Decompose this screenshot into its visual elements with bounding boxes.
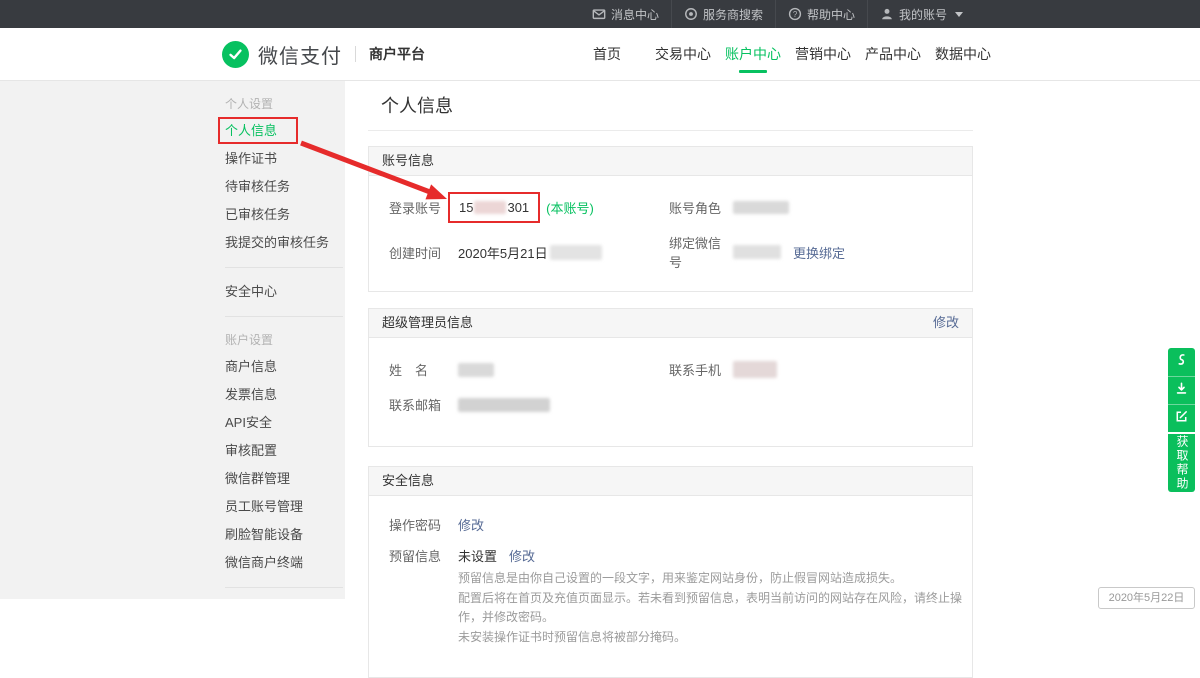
reserved-info-note-line3: 未安装操作证书时预留信息将被部分掩码。	[458, 628, 972, 648]
search-icon	[684, 7, 698, 21]
sidebar-item-pending-review[interactable]: 待审核任务	[225, 173, 345, 201]
sidebar-item-operation-cert[interactable]: 操作证书	[225, 145, 345, 173]
brand-separator	[355, 46, 356, 62]
login-account-value-highlight: 15 301	[448, 192, 540, 223]
sidebar-item-merchant-info[interactable]: 商户信息	[225, 353, 345, 381]
operation-password-edit-link[interactable]: 修改	[458, 515, 484, 534]
account-role-redacted	[733, 201, 789, 214]
top-utility-bar: 消息中心 服务商搜索 ? 帮助中心 我的账号	[0, 0, 1200, 28]
sidebar-item-wechat-group[interactable]: 微信群管理	[225, 465, 345, 493]
reserved-info-value: 未设置	[458, 546, 497, 565]
sidebar-item-security-center[interactable]: 安全中心	[225, 278, 345, 306]
sidebar-divider	[225, 316, 343, 317]
super-admin-card: 超级管理员信息 修改 姓 名 联系手机 联系邮箱	[368, 308, 973, 447]
my-account-menu-item[interactable]: 我的账号	[867, 0, 975, 28]
created-time-label: 创建时间	[389, 243, 458, 262]
sidebar: 个人设置 个人信息 操作证书 待审核任务 已审核任务 我提交的审核任务 安全中心…	[0, 81, 345, 599]
super-admin-edit-link[interactable]: 修改	[933, 309, 959, 337]
sidebar-divider	[225, 267, 343, 268]
main-content: 个人信息 账号信息 登录账号 15 301 (本账号) 账号角色	[368, 81, 973, 678]
sidebar-section-personal-settings: 个人设置	[225, 91, 345, 117]
message-center-label: 消息中心	[611, 6, 659, 23]
sidebar-section-account-settings: 账户设置	[225, 327, 345, 353]
sidebar-item-invoice-info[interactable]: 发票信息	[225, 381, 345, 409]
reserved-info-label: 预留信息	[389, 546, 458, 565]
reserved-info-edit-link[interactable]: 修改	[509, 546, 535, 565]
sidebar-item-face-device[interactable]: 刷脸智能设备	[225, 521, 345, 549]
rebind-wechat-link[interactable]: 更换绑定	[793, 243, 845, 262]
reserved-info-note: 预留信息是由你自己设置的一段文字，用来鉴定网站身份，防止假冒网站造成损失。 配置…	[458, 569, 972, 647]
security-info-card-title: 安全信息	[382, 467, 434, 495]
svg-text:?: ?	[793, 10, 798, 19]
login-account-suffix: 301	[507, 200, 529, 215]
admin-name-label: 姓 名	[389, 360, 458, 379]
bound-wechat-label: 绑定微信号	[669, 233, 733, 271]
date-chip[interactable]: 2020年5月22日	[1098, 587, 1195, 609]
account-info-card: 账号信息 登录账号 15 301 (本账号) 账号角色	[368, 146, 973, 292]
top-utility-menu: 消息中心 服务商搜索 ? 帮助中心 我的账号	[580, 0, 975, 28]
link-icon	[1174, 352, 1189, 372]
nav-account-center[interactable]: 账户中心	[725, 28, 781, 80]
help-icon: ?	[788, 7, 802, 21]
nav-product-center[interactable]: 产品中心	[865, 28, 921, 80]
quick-link-button[interactable]	[1168, 348, 1195, 376]
account-info-card-title: 账号信息	[382, 147, 434, 175]
nav-home[interactable]: 首页	[593, 28, 621, 80]
get-help-button[interactable]: 获取帮助	[1168, 434, 1195, 492]
portal-name: 商户平台	[369, 44, 425, 64]
security-info-card: 安全信息 操作密码 修改 预留信息 未设置 修改 预留信息是由你自己设置的一段文…	[368, 466, 973, 678]
sidebar-item-api-security[interactable]: API安全	[225, 409, 345, 437]
sidebar-item-review-config[interactable]: 审核配置	[225, 437, 345, 465]
user-icon	[880, 7, 894, 21]
sidebar-item-staff-account[interactable]: 员工账号管理	[225, 493, 345, 521]
my-account-label: 我的账号	[899, 6, 947, 23]
operation-password-label: 操作密码	[389, 515, 458, 534]
login-account-redacted	[474, 201, 506, 214]
created-time-value: 2020年5月21日	[458, 243, 548, 262]
service-provider-search-label: 服务商搜索	[703, 6, 763, 23]
wechat-pay-logo-icon	[222, 41, 249, 68]
security-info-card-header: 安全信息	[369, 467, 972, 496]
login-account-prefix: 15	[459, 200, 473, 215]
admin-email-label: 联系邮箱	[389, 395, 458, 414]
mail-icon	[592, 7, 606, 21]
feedback-button[interactable]	[1168, 404, 1195, 432]
sidebar-item-merchant-terminal[interactable]: 微信商户终端	[225, 549, 345, 577]
sidebar-divider	[225, 587, 343, 588]
reserved-info-note-line2: 配置后将在首页及充值页面显示。若未看到预留信息，表明当前访问的网站存在风险，请终…	[458, 589, 972, 628]
admin-phone-label: 联系手机	[669, 360, 733, 379]
super-admin-card-header: 超级管理员信息 修改	[369, 309, 972, 338]
floating-toolbar: 获取帮助	[1168, 348, 1195, 492]
admin-name-redacted	[458, 363, 494, 377]
get-help-label: 获取帮助	[1168, 435, 1195, 491]
account-info-card-header: 账号信息	[369, 147, 972, 176]
current-account-tag: (本账号)	[546, 198, 594, 217]
site-header: 微信支付 商户平台 首页 交易中心 账户中心 营销中心 产品中心 数据中心	[0, 28, 1200, 81]
help-center-menu-item[interactable]: ? 帮助中心	[775, 0, 867, 28]
admin-email-redacted	[458, 398, 550, 412]
sidebar-item-personal-info[interactable]: 个人信息	[225, 117, 345, 145]
created-time-redacted	[550, 245, 602, 260]
nav-data-center[interactable]: 数据中心	[935, 28, 991, 80]
page-title: 个人信息	[368, 81, 973, 131]
account-role-label: 账号角色	[669, 198, 733, 217]
sidebar-item-my-submitted[interactable]: 我提交的审核任务	[225, 229, 345, 257]
chevron-down-icon	[955, 12, 963, 17]
edit-icon	[1174, 409, 1189, 429]
help-center-label: 帮助中心	[807, 6, 855, 23]
download-icon	[1174, 381, 1189, 401]
brand-name: 微信支付	[258, 40, 342, 69]
nav-marketing-center[interactable]: 营销中心	[795, 28, 851, 80]
message-center-menu-item[interactable]: 消息中心	[580, 0, 671, 28]
nav-trade-center[interactable]: 交易中心	[655, 28, 711, 80]
sidebar-item-reviewed[interactable]: 已审核任务	[225, 201, 345, 229]
bound-wechat-redacted	[733, 245, 781, 259]
brand-logo[interactable]: 微信支付 商户平台	[222, 28, 425, 80]
reserved-info-note-line1: 预留信息是由你自己设置的一段文字，用来鉴定网站身份，防止假冒网站造成损失。	[458, 569, 972, 589]
super-admin-card-title: 超级管理员信息	[382, 309, 473, 337]
service-provider-search-menu-item[interactable]: 服务商搜索	[671, 0, 775, 28]
download-button[interactable]	[1168, 376, 1195, 404]
admin-phone-redacted	[733, 361, 777, 378]
